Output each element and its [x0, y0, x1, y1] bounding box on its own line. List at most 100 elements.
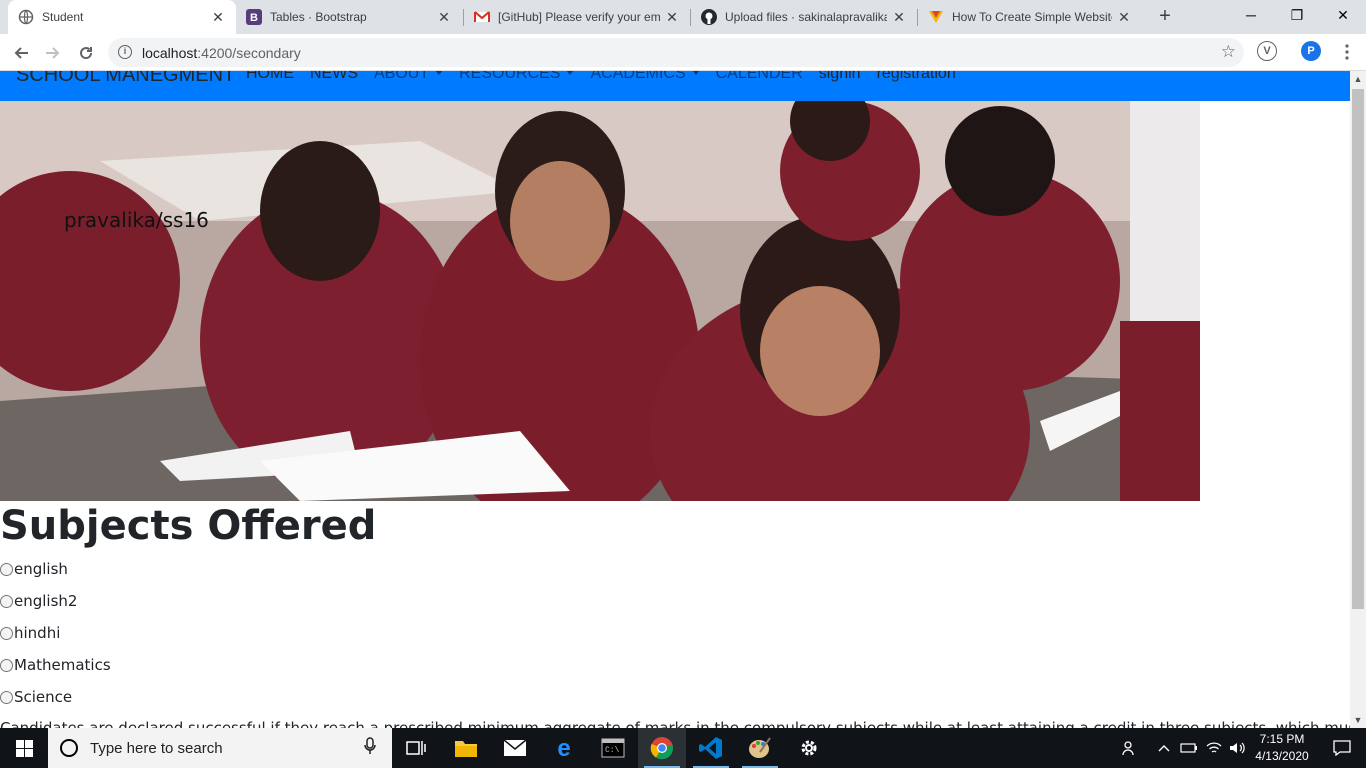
close-icon[interactable]: ✕	[436, 9, 452, 25]
close-window-button[interactable]: ✕	[1320, 0, 1366, 30]
page-scrollbar[interactable]: ▲ ▼	[1350, 71, 1366, 728]
subject-option-science[interactable]: Science	[0, 687, 72, 707]
tab-strip: Student ✕ B Tables · Bootstrap ✕ [GitHub…	[0, 0, 1366, 34]
radio-button[interactable]	[0, 594, 13, 608]
chevron-up-icon[interactable]	[1154, 728, 1174, 768]
radio-button[interactable]	[0, 626, 13, 640]
radio-button[interactable]	[0, 690, 13, 704]
restore-button[interactable]: ❐	[1274, 0, 1320, 30]
nav-about-label: ABOUT	[374, 71, 430, 82]
caret-down-icon	[435, 71, 444, 75]
nav-signin[interactable]: signin	[819, 71, 861, 83]
vscode-icon[interactable]	[687, 728, 735, 768]
menu-dots-icon[interactable]	[1334, 39, 1360, 65]
subject-option-hindhi[interactable]: hindhi	[0, 623, 60, 643]
nav-about[interactable]: ABOUT	[374, 71, 444, 83]
wifi-icon[interactable]	[1203, 728, 1225, 768]
edge-icon[interactable]: e	[540, 728, 588, 768]
subject-option-english[interactable]: english	[0, 559, 68, 579]
navbar-brand[interactable]: SCHOOL MANEGMENT	[16, 71, 235, 87]
tab-bootstrap[interactable]: B Tables · Bootstrap ✕	[236, 0, 462, 34]
subject-option-mathematics[interactable]: Mathematics	[0, 655, 111, 675]
windows-logo-icon	[15, 739, 33, 757]
subject-label: english2	[14, 592, 78, 610]
radio-button[interactable]	[0, 562, 13, 576]
svg-text:B: B	[250, 12, 258, 24]
gmail-icon	[474, 9, 490, 25]
address-bar[interactable]: i localhost:4200/secondary ☆	[108, 38, 1244, 67]
hero-image: pravalika/ss16	[0, 101, 1200, 501]
scroll-up-icon[interactable]: ▲	[1353, 74, 1363, 84]
browser-toolbar: i localhost:4200/secondary ☆	[0, 34, 1366, 71]
close-icon[interactable]: ✕	[1116, 9, 1132, 25]
clock-time: 7:15 PM	[1259, 732, 1305, 746]
forward-button[interactable]	[40, 40, 66, 66]
back-button[interactable]	[8, 40, 34, 66]
volume-icon[interactable]	[1226, 728, 1248, 768]
minimize-button[interactable]: ─	[1228, 0, 1274, 30]
svg-text:e: e	[557, 736, 570, 760]
nav-resources[interactable]: RESOURCES	[459, 71, 575, 83]
bookmark-star-icon[interactable]: ☆	[1221, 42, 1236, 62]
profile-avatar[interactable]: P	[1301, 41, 1321, 61]
nav-news[interactable]: NEWS	[310, 71, 358, 83]
info-icon[interactable]: i	[118, 45, 132, 59]
nav-academics-label: ACADEMICS	[590, 71, 686, 82]
close-icon[interactable]: ✕	[664, 9, 680, 25]
cortana-icon	[60, 739, 78, 757]
chrome-icon[interactable]	[638, 728, 686, 768]
url-host: localhost	[142, 45, 198, 61]
description-paragraph: Candidates are declared successful if th…	[0, 719, 1350, 728]
tab-title: Tables · Bootstrap	[270, 10, 367, 24]
nav-registration[interactable]: registration	[877, 71, 956, 83]
notification-icon[interactable]	[1318, 728, 1366, 768]
caret-down-icon	[566, 71, 575, 75]
nav-academics[interactable]: ACADEMICS	[590, 71, 700, 83]
taskbar-search-box[interactable]: Type here to search	[48, 728, 392, 768]
search-placeholder: Type here to search	[90, 739, 223, 757]
new-tab-button[interactable]: +	[1153, 5, 1177, 29]
tab-title: How To Create Simple Website	[952, 10, 1112, 24]
svg-text:C:\: C:\	[605, 746, 620, 755]
site-navbar: SCHOOL MANEGMENT HOME NEWS ABOUT RESOURC…	[0, 71, 1350, 101]
page-title: Subjects Offered	[0, 503, 377, 549]
system-clock[interactable]: 7:15 PM 4/13/2020	[1247, 731, 1317, 765]
html-icon	[928, 9, 944, 25]
subject-option-english2[interactable]: english2	[0, 591, 77, 611]
people-icon[interactable]	[1118, 728, 1142, 768]
bootstrap-icon: B	[246, 9, 262, 25]
paint-icon[interactable]	[736, 728, 784, 768]
reload-button[interactable]	[73, 40, 99, 66]
scroll-down-icon[interactable]: ▼	[1353, 715, 1363, 725]
terminal-icon[interactable]: C:\	[589, 728, 637, 768]
extension-icon[interactable]: V	[1257, 41, 1277, 61]
nav-home[interactable]: HOME	[246, 71, 294, 83]
navbar-links: HOME NEWS ABOUT RESOURCES ACADEMICS CALE…	[246, 71, 972, 83]
radio-button[interactable]	[0, 658, 13, 672]
tab-gmail[interactable]: [GitHub] Please verify your em ✕	[464, 0, 690, 34]
tab-github[interactable]: Upload files · sakinalapravalika ✕	[691, 0, 917, 34]
mail-icon[interactable]	[491, 728, 539, 768]
globe-icon	[18, 9, 34, 25]
github-icon	[701, 9, 717, 25]
close-icon[interactable]: ✕	[210, 9, 226, 25]
classroom-photo	[0, 101, 1200, 501]
subject-label: Science	[14, 688, 73, 706]
settings-gear-icon[interactable]	[785, 728, 833, 768]
scrollbar-thumb[interactable]	[1352, 89, 1364, 609]
page-viewport: SCHOOL MANEGMENT HOME NEWS ABOUT RESOURC…	[0, 71, 1350, 728]
nav-calender[interactable]: CALENDER	[716, 71, 803, 83]
microphone-icon[interactable]	[358, 737, 382, 759]
windows-start-button[interactable]	[0, 728, 48, 768]
reload-icon	[80, 47, 93, 60]
arrow-left-icon	[14, 47, 28, 59]
tab-student[interactable]: Student ✕	[8, 0, 236, 34]
file-explorer-icon[interactable]	[442, 728, 490, 768]
tab-website[interactable]: How To Create Simple Website ✕	[918, 0, 1142, 34]
close-icon[interactable]: ✕	[891, 9, 907, 25]
hero-caption: pravalika/ss16	[64, 208, 209, 232]
subject-label: hindhi	[14, 624, 61, 642]
task-view-icon[interactable]	[392, 728, 440, 768]
battery-icon[interactable]	[1178, 728, 1200, 768]
tab-title: Upload files · sakinalapravalika	[725, 10, 887, 24]
